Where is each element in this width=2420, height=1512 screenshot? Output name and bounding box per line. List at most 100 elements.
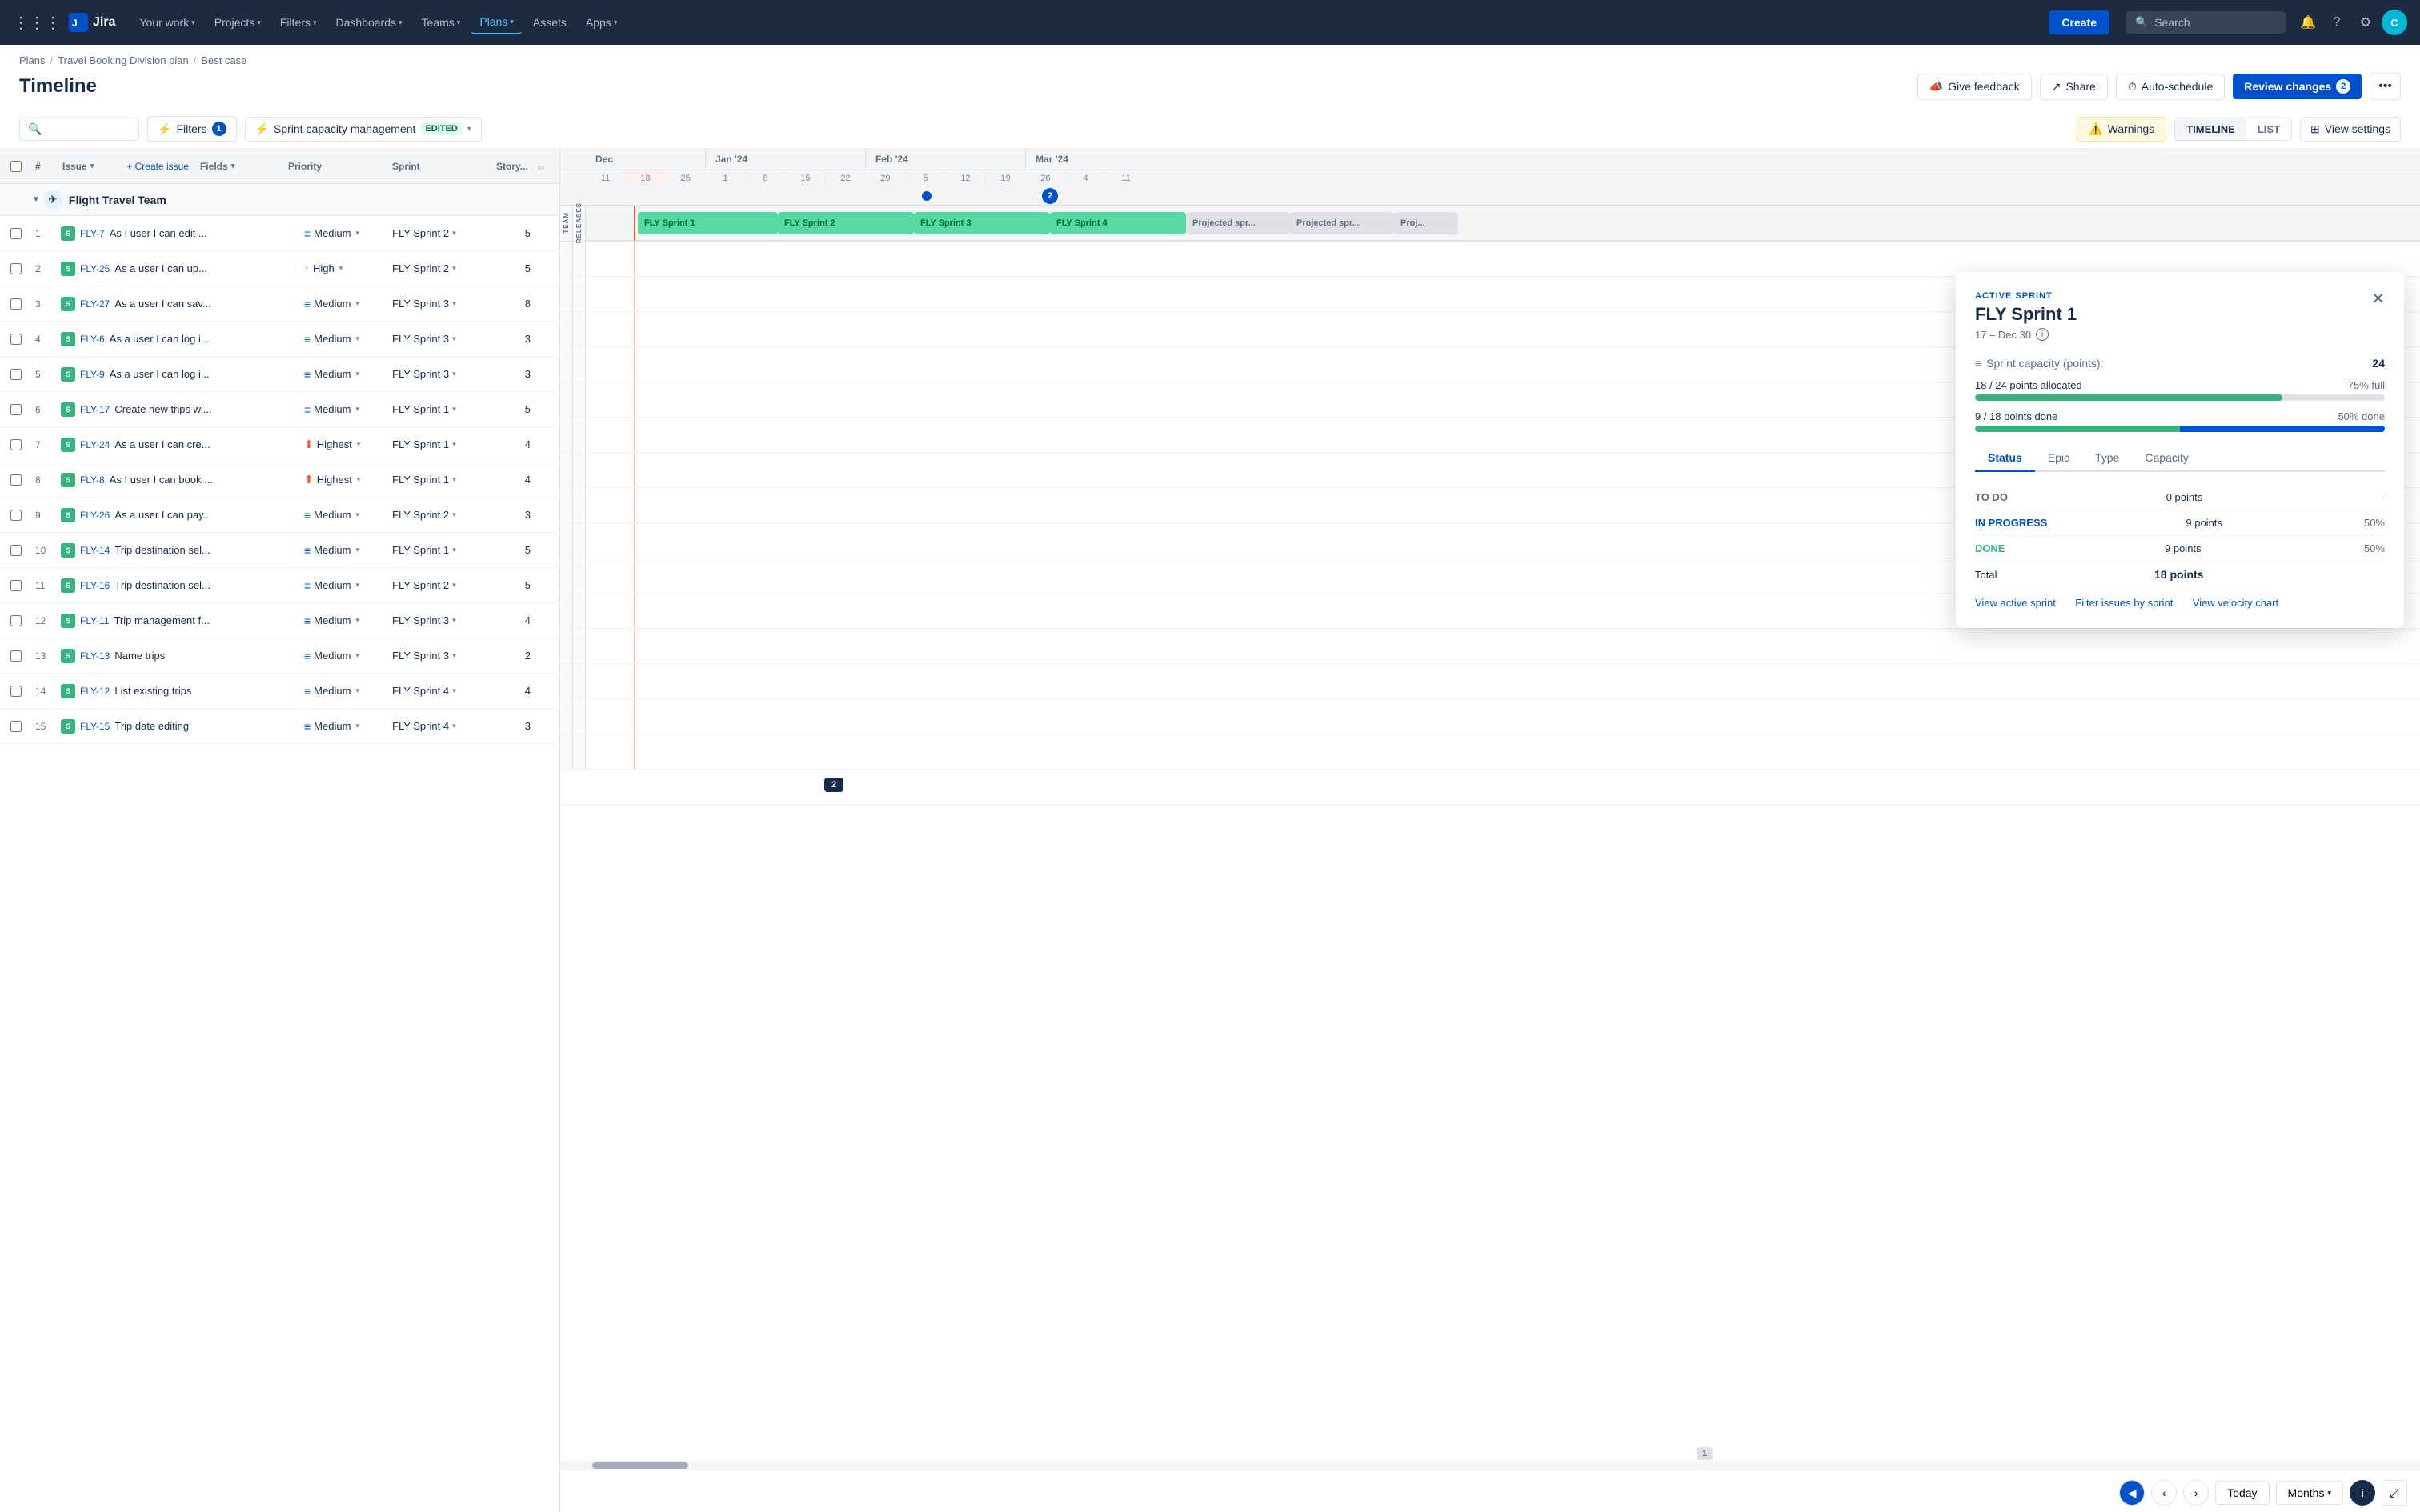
breadcrumb-plans[interactable]: Plans (19, 54, 46, 66)
fields-header[interactable]: Fields ▾ (200, 161, 234, 172)
issue-id-link[interactable]: FLY-7 (80, 228, 105, 239)
help-icon[interactable]: ? (2324, 10, 2350, 35)
priority-chevron[interactable]: ▾ (355, 581, 359, 590)
filters-button[interactable]: ⚡ Filters 1 (147, 116, 237, 142)
nav-filters[interactable]: Filters▾ (272, 11, 325, 34)
row-checkbox-3[interactable] (10, 334, 22, 345)
priority-chevron[interactable]: ▾ (355, 686, 359, 695)
popup-tab-capacity[interactable]: Capacity (2132, 445, 2201, 472)
sprint-chevron[interactable]: ▾ (452, 722, 456, 730)
grid-icon[interactable]: ⋮⋮⋮ (13, 13, 61, 33)
priority-chevron[interactable]: ▾ (357, 440, 361, 449)
sprint-bar-fly4[interactable]: FLY Sprint 4 (1050, 212, 1186, 234)
priority-chevron[interactable]: ▾ (355, 229, 359, 238)
select-all-checkbox[interactable] (10, 161, 22, 172)
priority-chevron[interactable]: ▾ (355, 299, 359, 308)
today-button[interactable]: Today (2215, 1481, 2269, 1505)
sprint-chevron[interactable]: ▾ (452, 405, 456, 414)
issue-column-header[interactable]: Issue ▾ (62, 161, 94, 172)
more-options-button[interactable]: ••• (2370, 73, 2401, 100)
popup-tab-status[interactable]: Status (1975, 445, 2035, 472)
priority-chevron[interactable]: ▾ (355, 722, 359, 730)
view-velocity-link[interactable]: View velocity chart (2193, 597, 2278, 609)
team-expand-icon[interactable]: ▼ (32, 195, 40, 204)
nav-teams[interactable]: Teams▾ (414, 11, 469, 34)
jira-logo[interactable]: J Jira (69, 13, 115, 32)
sprint-chevron[interactable]: ▾ (452, 651, 456, 660)
priority-chevron[interactable]: ▾ (355, 546, 359, 554)
review-changes-button[interactable]: Review changes 2 (2233, 74, 2362, 99)
priority-chevron[interactable]: ▾ (339, 264, 343, 273)
priority-chevron[interactable]: ▾ (355, 510, 359, 519)
sprint-bar-fly2[interactable]: FLY Sprint 2 (778, 212, 914, 234)
sprint-chevron[interactable]: ▾ (452, 334, 456, 343)
issue-id-link[interactable]: FLY-12 (80, 686, 110, 697)
priority-chevron[interactable]: ▾ (355, 405, 359, 414)
filter-issues-link[interactable]: Filter issues by sprint (2075, 597, 2173, 609)
sprint-bar-proj3[interactable]: Proj... (1394, 212, 1458, 234)
row-checkbox-9[interactable] (10, 545, 22, 556)
sprint-chevron[interactable]: ▾ (452, 475, 456, 484)
priority-chevron[interactable]: ▾ (355, 334, 359, 343)
row-checkbox-2[interactable] (10, 298, 22, 310)
sprint-chevron[interactable]: ▾ (452, 264, 456, 273)
row-checkbox-1[interactable] (10, 263, 22, 274)
nav-assets[interactable]: Assets (525, 11, 575, 34)
months-button[interactable]: Months ▾ (2276, 1481, 2343, 1505)
sprint-chevron[interactable]: ▾ (452, 581, 456, 590)
issue-id-link[interactable]: FLY-15 (80, 721, 110, 732)
row-checkbox-7[interactable] (10, 474, 22, 486)
sprint-bar-fly1[interactable]: FLY Sprint 1 (638, 212, 778, 234)
view-active-sprint-link[interactable]: View active sprint (1975, 597, 2056, 609)
list-view-button[interactable]: LIST (2246, 118, 2291, 140)
row-checkbox-10[interactable] (10, 580, 22, 591)
sprint-chevron[interactable]: ▾ (452, 510, 456, 519)
issue-id-link[interactable]: FLY-17 (80, 404, 110, 415)
create-button[interactable]: Create (2049, 10, 2109, 34)
info-icon-dates[interactable]: i (2036, 328, 2049, 341)
info-button[interactable]: i (2350, 1480, 2375, 1506)
sprint-chevron[interactable]: ▾ (452, 229, 456, 238)
timeline-view-button[interactable]: TIMELINE (2175, 118, 2246, 140)
popup-tab-type[interactable]: Type (2082, 445, 2132, 472)
nav-next-button[interactable]: › (2183, 1480, 2209, 1506)
priority-chevron[interactable]: ▾ (357, 475, 361, 484)
sprint-chevron[interactable]: ▾ (452, 616, 456, 625)
issue-id-link[interactable]: FLY-6 (80, 334, 105, 345)
issue-id-link[interactable]: FLY-27 (80, 298, 110, 310)
issue-id-link[interactable]: FLY-25 (80, 263, 110, 274)
create-issue-button[interactable]: + Create issue (126, 161, 189, 172)
sprint-chevron[interactable]: ▾ (452, 686, 456, 695)
nav-plans[interactable]: Plans▾ (471, 10, 522, 34)
user-avatar[interactable]: C (2382, 10, 2407, 35)
settings-icon[interactable]: ⚙ (2353, 10, 2378, 35)
sprint-filter-button[interactable]: ⚡ Sprint capacity management EDITED ▾ (245, 117, 482, 142)
issue-id-link[interactable]: FLY-11 (80, 615, 109, 626)
issue-id-link[interactable]: FLY-9 (80, 369, 105, 380)
notifications-icon[interactable]: 🔔 (2295, 10, 2321, 35)
search-input-box[interactable]: 🔍 (19, 118, 139, 141)
row-checkbox-12[interactable] (10, 650, 22, 662)
auto-schedule-button[interactable]: ⏱ Auto-schedule (2116, 74, 2225, 100)
priority-chevron[interactable]: ▾ (355, 616, 359, 625)
issue-id-link[interactable]: FLY-24 (80, 439, 110, 450)
issue-id-link[interactable]: FLY-13 (80, 650, 110, 662)
expand-button[interactable]: ⤢ (2382, 1480, 2407, 1506)
give-feedback-button[interactable]: 📣 Give feedback (1917, 74, 2032, 100)
issue-id-link[interactable]: FLY-26 (80, 510, 110, 521)
priority-chevron[interactable]: ▾ (355, 370, 359, 378)
scroll-thumb[interactable] (592, 1462, 688, 1469)
mini-badge-bottom[interactable]: 1 (1697, 1447, 1713, 1460)
nav-projects[interactable]: Projects▾ (206, 11, 269, 34)
issue-id-link[interactable]: FLY-14 (80, 545, 110, 556)
sprint-bar-proj1[interactable]: Projected spr... (1186, 212, 1290, 234)
row-checkbox-5[interactable] (10, 404, 22, 415)
row-checkbox-11[interactable] (10, 615, 22, 626)
row-checkbox-4[interactable] (10, 369, 22, 380)
issue-id-link[interactable]: FLY-8 (80, 474, 105, 486)
sprint-chevron[interactable]: ▾ (452, 299, 456, 308)
warnings-button[interactable]: ⚠️ Warnings (2077, 117, 2166, 142)
sprint-chevron[interactable]: ▾ (452, 546, 456, 554)
view-settings-button[interactable]: ⊞ View settings (2300, 117, 2401, 142)
popup-close-button[interactable]: ✕ (2371, 291, 2385, 307)
